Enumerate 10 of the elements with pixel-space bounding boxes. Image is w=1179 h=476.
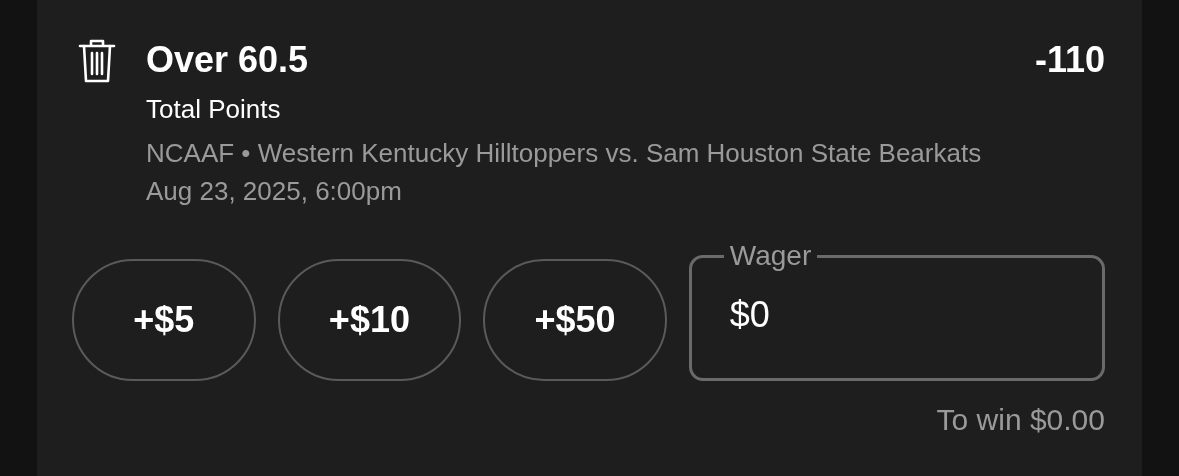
quick-amount-button[interactable]: +$5 (72, 258, 256, 381)
odds: -110 (1034, 38, 1105, 82)
wager-label: Wager (728, 240, 813, 272)
market-label: Total Points (146, 94, 282, 124)
event-details: NCAAF • Western Kentucky Hilltoppers vs. Sam Houston State Bearkats Aug 23, 2025, 6:00pm (146, 137, 983, 208)
quick-amount-button[interactable]: +$10 (277, 258, 462, 381)
quick-amount-button[interactable]: +$50 (483, 258, 667, 381)
to-win-text: To win $0.00 (935, 403, 1105, 437)
trash-icon[interactable] (78, 38, 116, 84)
selection-title: Over 60.5 (146, 38, 309, 82)
